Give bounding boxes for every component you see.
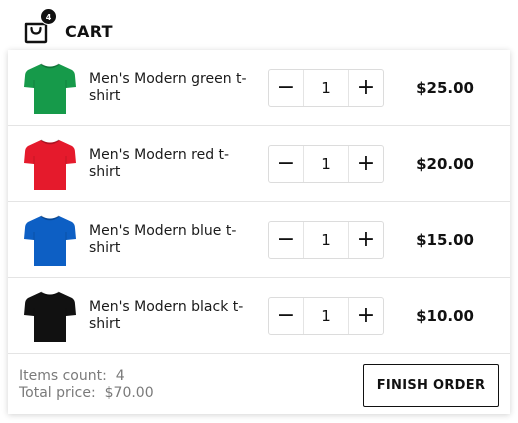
decrease-quantity-button[interactable]: − [269, 146, 303, 182]
quantity-stepper: − 1 + [268, 69, 384, 107]
increase-quantity-button[interactable]: + [349, 222, 383, 258]
cart-count-badge: 4 [40, 8, 57, 25]
items-count-label: Items count: [19, 368, 107, 384]
order-summary: Items count: 4 Total price: $70.00 [19, 368, 154, 402]
cart-item-row: Men's Modern green t-shirt − 1 + $25.00 [8, 50, 510, 126]
product-name: Men's Modern red t-shirt [89, 147, 230, 180]
quantity-stepper: − 1 + [268, 145, 384, 183]
tshirt-icon [20, 286, 80, 346]
quantity-value: 1 [303, 222, 349, 258]
items-count-value: 4 [115, 368, 125, 384]
cart-header: 4 CART [0, 0, 518, 50]
cart-footer: Items count: 4 Total price: $70.00 FINIS… [8, 354, 510, 414]
decrease-quantity-button[interactable]: − [269, 298, 303, 334]
quantity-value: 1 [303, 298, 349, 334]
product-name: Men's Modern blue t-shirt [89, 223, 237, 256]
decrease-quantity-button[interactable]: − [269, 222, 303, 258]
quantity-value: 1 [303, 70, 349, 106]
finish-order-button[interactable]: FINISH ORDER [363, 364, 499, 407]
tshirt-icon [20, 58, 80, 118]
total-price-value: $70.00 [104, 385, 154, 401]
increase-quantity-button[interactable]: + [349, 146, 383, 182]
product-name: Men's Modern green t-shirt [89, 71, 247, 104]
cart-title: CART [65, 22, 113, 41]
cart-item-row: Men's Modern black t-shirt − 1 + $10.00 [8, 278, 510, 354]
quantity-value: 1 [303, 146, 349, 182]
increase-quantity-button[interactable]: + [349, 70, 383, 106]
decrease-quantity-button[interactable]: − [269, 70, 303, 106]
item-price: $15.00 [416, 231, 474, 249]
tshirt-icon [20, 210, 80, 270]
tshirt-icon [20, 134, 80, 194]
quantity-stepper: − 1 + [268, 297, 384, 335]
increase-quantity-button[interactable]: + [349, 298, 383, 334]
total-price-label: Total price: [19, 385, 96, 401]
item-price: $10.00 [416, 307, 474, 325]
cart-panel: Men's Modern green t-shirt − 1 + $25.00 … [8, 50, 510, 414]
items-count-line: Items count: 4 [19, 368, 154, 385]
cart-item-row: Men's Modern blue t-shirt − 1 + $15.00 [8, 202, 510, 278]
cart-item-row: Men's Modern red t-shirt − 1 + $20.00 [8, 126, 510, 202]
product-name: Men's Modern black t-shirt [89, 299, 244, 332]
total-price-line: Total price: $70.00 [19, 385, 154, 402]
item-price: $20.00 [416, 155, 474, 173]
quantity-stepper: − 1 + [268, 221, 384, 259]
item-price: $25.00 [416, 79, 474, 97]
